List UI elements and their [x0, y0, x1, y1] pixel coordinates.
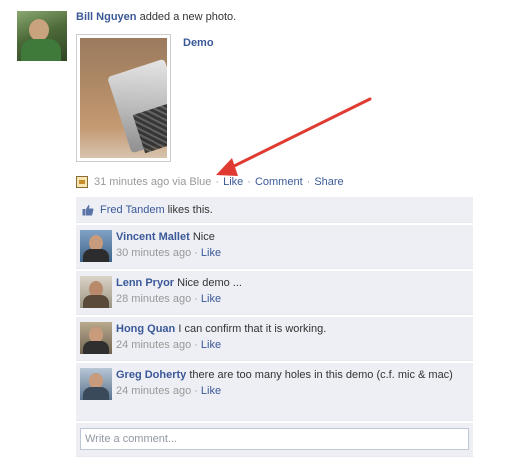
- comment-text: Nice: [192, 231, 215, 243]
- comment-text: there are too many holes in this demo (c…: [189, 369, 453, 381]
- comment-body: Vincent Mallet Nice: [116, 230, 467, 244]
- comment-author-link[interactable]: Greg Doherty: [116, 369, 186, 381]
- commenter-avatar[interactable]: [80, 368, 112, 400]
- likes-summary: Fred Tandem likes this.: [76, 197, 473, 223]
- comment-meta-separator: ·: [194, 339, 198, 351]
- comment-meta-separator: ·: [194, 293, 198, 305]
- comment-like-link[interactable]: Like: [201, 339, 221, 351]
- comment-like-link[interactable]: Like: [201, 247, 221, 259]
- comment-author-link[interactable]: Vincent Mallet: [116, 231, 190, 243]
- comment-link[interactable]: Comment: [255, 176, 303, 188]
- comment-time: 30 minutes ago: [116, 247, 192, 259]
- comment-input[interactable]: [80, 428, 469, 450]
- photo-thumbnail[interactable]: [76, 34, 171, 162]
- meta-separator: ·: [306, 176, 311, 188]
- comment-body: Lenn Pryor Nice demo ...: [116, 276, 467, 290]
- meta-separator: ·: [215, 176, 220, 188]
- commenter-avatar[interactable]: [80, 230, 112, 262]
- share-link[interactable]: Share: [314, 176, 343, 188]
- comment-composer: [76, 423, 473, 457]
- avatar-head: [29, 19, 49, 41]
- comment-body: Greg Doherty there are too many holes in…: [116, 368, 467, 382]
- story-actor-link[interactable]: Bill Nguyen: [76, 11, 137, 23]
- comment-meta: 28 minutes ago · Like: [116, 292, 467, 306]
- comment: Hong Quan I can confirm that it is worki…: [76, 317, 473, 361]
- comment-text: I can confirm that it is working.: [178, 323, 327, 335]
- story-header: Bill Nguyen added a new photo.: [76, 11, 236, 23]
- comment-like-link[interactable]: Like: [201, 385, 221, 397]
- likes-text: likes this.: [167, 203, 213, 216]
- comment-meta: 24 minutes ago · Like: [116, 338, 467, 352]
- comment-meta-separator: ·: [194, 247, 198, 259]
- avatar-body: [21, 39, 61, 61]
- comment-text: Nice demo ...: [177, 277, 242, 289]
- comment-body: Hong Quan I can confirm that it is worki…: [116, 322, 467, 336]
- photo-title-link[interactable]: Demo: [183, 37, 214, 49]
- photo-app-icon: [76, 176, 88, 188]
- story-meta: 31 minutes ago via Blue · Like · Comment…: [76, 176, 344, 188]
- comment-meta: 24 minutes ago · Like: [116, 384, 467, 398]
- comment-meta: 30 minutes ago · Like: [116, 246, 467, 260]
- story-avatar[interactable]: [17, 11, 67, 61]
- commenter-avatar[interactable]: [80, 322, 112, 354]
- comment-time: 24 minutes ago: [116, 385, 192, 397]
- commenter-avatar[interactable]: [80, 276, 112, 308]
- story-action-text: added a new photo.: [139, 11, 237, 23]
- comment-time: 28 minutes ago: [116, 293, 192, 305]
- comment-like-link[interactable]: Like: [201, 293, 221, 305]
- comment: Lenn Pryor Nice demo ... 28 minutes ago ·…: [76, 271, 473, 315]
- liker-link[interactable]: Fred Tandem: [100, 204, 165, 216]
- comment: Greg Doherty there are too many holes in…: [76, 363, 473, 421]
- like-link[interactable]: Like: [223, 176, 243, 188]
- thumbs-up-icon: [82, 204, 94, 215]
- feedback-panel: Fred Tandem likes this. Vincent Mallet N…: [76, 197, 473, 459]
- comment-author-link[interactable]: Hong Quan: [116, 323, 175, 335]
- photo-image[interactable]: [80, 38, 167, 158]
- comment-author-link[interactable]: Lenn Pryor: [116, 277, 174, 289]
- comment: Vincent Mallet Nice 30 minutes ago · Like: [76, 225, 473, 269]
- meta-separator: ·: [247, 176, 251, 188]
- comment-time: 24 minutes ago: [116, 339, 192, 351]
- story-time: 31 minutes ago via Blue: [94, 176, 212, 188]
- comment-meta-separator: ·: [194, 385, 198, 397]
